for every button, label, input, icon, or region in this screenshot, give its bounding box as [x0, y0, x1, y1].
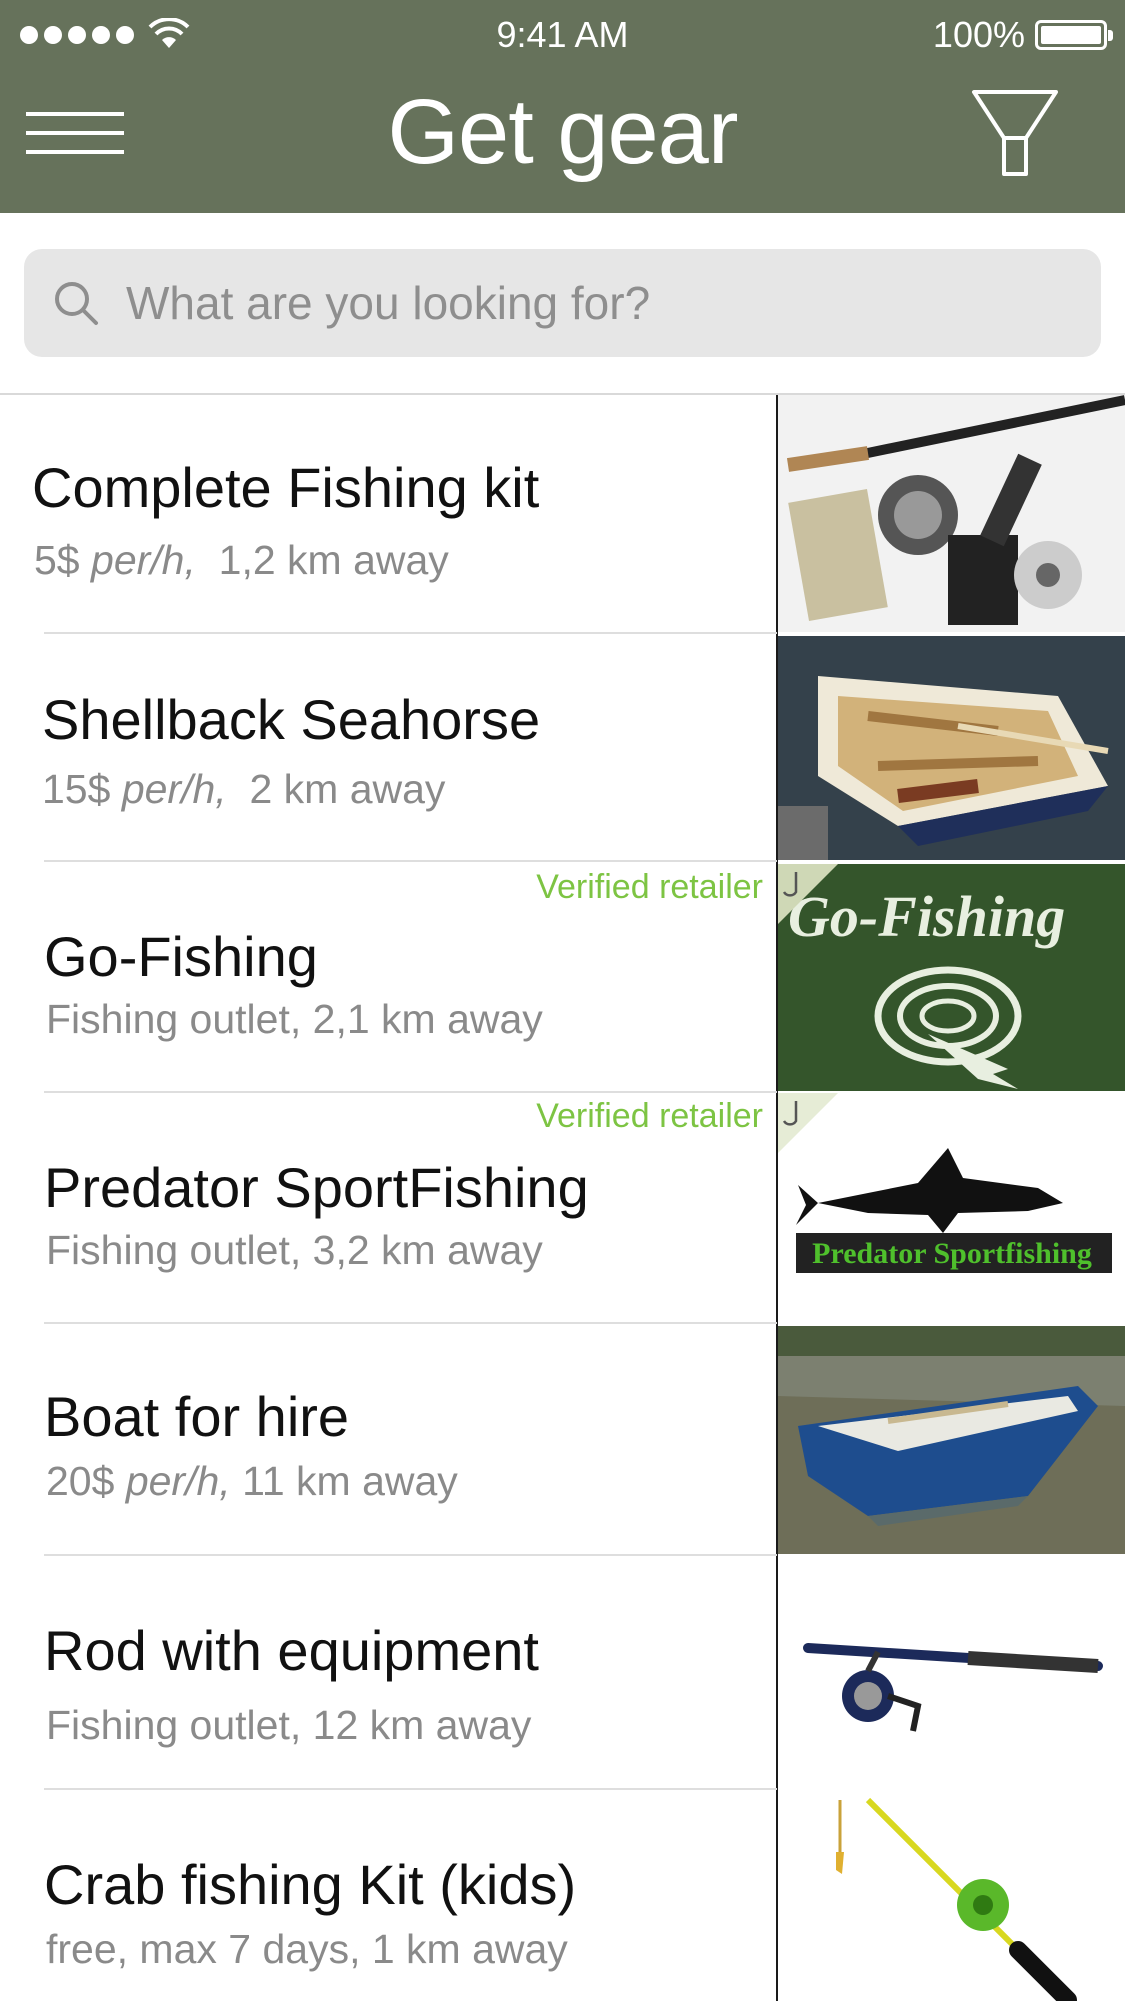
rowboat-image — [778, 636, 1125, 860]
item-price: 15$ — [42, 766, 111, 812]
list-item[interactable]: Verified retailer Go-Fishing Fishing out… — [0, 862, 1125, 1093]
item-title: Predator SportFishing — [44, 1156, 589, 1219]
item-title: Shellback Seahorse — [42, 688, 541, 751]
verified-retailer-label: Verified retailer — [536, 1097, 763, 1135]
list-item[interactable]: Complete Fishing kit 5$ per/h, 1,2 km aw… — [0, 395, 1125, 634]
filter-icon[interactable] — [970, 88, 1060, 178]
item-subtitle: 5$ per/h, 1,2 km away — [34, 537, 449, 584]
list-item[interactable]: Shellback Seahorse 15$ per/h, 2 km away — [0, 634, 1125, 862]
search-box[interactable] — [24, 249, 1101, 357]
item-title: Complete Fishing kit — [32, 456, 540, 519]
item-subtitle: Fishing outlet, 3,2 km away — [46, 1227, 543, 1273]
list-item[interactable]: Rod with equipment Fishing outlet, 12 km… — [0, 1556, 1125, 1790]
item-subtitle: 20$ per/h, 11 km away — [46, 1458, 458, 1505]
hook-icon — [778, 1093, 838, 1153]
status-bar: 9:41 AM 100% — [0, 0, 1125, 70]
list-item[interactable]: Crab fishing Kit (kids) free, max 7 days… — [0, 1790, 1125, 2001]
item-title: Rod with equipment — [44, 1619, 539, 1682]
item-price-unit: per/h, — [125, 1458, 231, 1504]
item-price: 5$ — [34, 537, 80, 583]
search-icon — [55, 282, 98, 325]
item-distance: 2 km away — [249, 766, 446, 812]
svg-text:Predator Sportfishing: Predator Sportfishing — [812, 1237, 1092, 1270]
item-title: Go-Fishing — [44, 925, 318, 988]
hook-icon — [778, 864, 838, 924]
page-title: Get gear — [387, 81, 739, 183]
item-title: Crab fishing Kit (kids) — [44, 1853, 577, 1916]
battery-percentage: 100% — [932, 14, 1025, 55]
app-header: 9:41 AM 100% Get gear — [0, 0, 1125, 213]
blue-boat-image — [778, 1326, 1125, 1554]
kids-crab-rod-image — [778, 1790, 1125, 2001]
item-subtitle: free, max 7 days, 1 km away — [46, 1926, 568, 1972]
item-subtitle: 15$ per/h, 2 km away — [42, 766, 445, 813]
list-item[interactable]: Boat for hire 20$ per/h, 11 km away — [0, 1324, 1125, 1556]
verified-retailer-label: Verified retailer — [536, 868, 763, 906]
item-price-unit: per/h, — [91, 537, 196, 583]
item-price: 20$ — [46, 1458, 115, 1504]
search-input[interactable] — [124, 249, 1074, 357]
item-price-unit: per/h, — [121, 766, 227, 812]
item-subtitle: Fishing outlet, 2,1 km away — [46, 996, 543, 1042]
fishing-rod-image — [778, 1556, 1125, 1788]
fishing-kit-image — [778, 395, 1125, 632]
item-distance: 1,2 km away — [218, 537, 449, 583]
list-item[interactable]: Verified retailer Predator SportFishing … — [0, 1093, 1125, 1324]
search-bar-section — [0, 213, 1125, 395]
item-distance: 11 km away — [242, 1458, 458, 1504]
logo-text: Predator Sportfishing — [812, 1237, 1092, 1270]
item-title: Boat for hire — [44, 1385, 350, 1448]
battery-icon — [1035, 20, 1113, 50]
item-subtitle: Fishing outlet, 12 km away — [46, 1702, 532, 1748]
